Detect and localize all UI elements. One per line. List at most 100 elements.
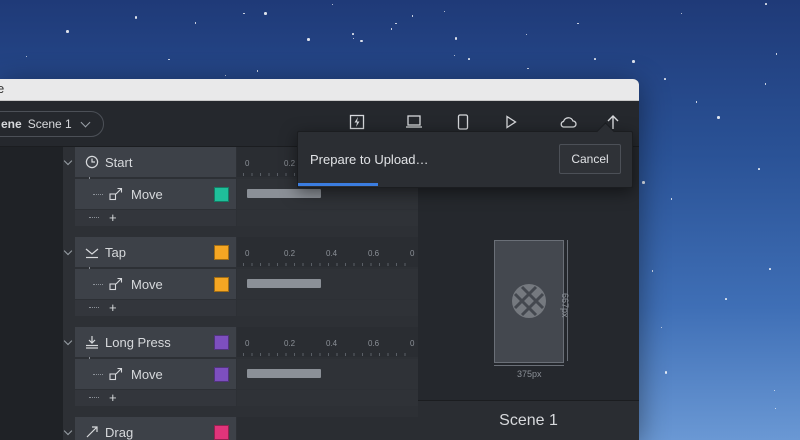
star <box>664 371 668 374</box>
ruler-tick: 0 <box>245 159 250 168</box>
ruler-tick: 0.4 <box>326 339 338 348</box>
star <box>66 30 69 33</box>
add-action-row[interactable]: + <box>75 300 236 316</box>
chevron-down-icon[interactable] <box>63 157 73 167</box>
chevron-down-icon[interactable] <box>63 337 73 347</box>
ruler-tick: 0.6 <box>368 339 380 348</box>
tree-connector <box>89 307 99 308</box>
add-action-button[interactable]: + <box>109 210 117 225</box>
device-frame[interactable] <box>494 240 564 363</box>
tree-connector <box>93 284 103 285</box>
timeline-track <box>237 269 418 299</box>
timeline-ruler: 0 0.2 0.4 0.6 0 <box>237 327 418 357</box>
trigger-label: Long Press <box>105 334 171 350</box>
width-dimension-line <box>494 365 564 366</box>
play-icon[interactable] <box>501 112 521 132</box>
star <box>660 326 663 329</box>
star <box>725 298 727 300</box>
color-swatch <box>213 186 229 202</box>
ruler-tickmarks <box>243 263 413 266</box>
star <box>468 58 470 60</box>
ruler-tick: 0.2 <box>284 339 296 348</box>
add-action-button[interactable]: + <box>109 300 117 315</box>
cloud-icon[interactable] <box>558 112 578 132</box>
add-action-row[interactable]: + <box>75 210 236 226</box>
timeline-track-empty <box>237 210 418 226</box>
add-action-row[interactable]: + <box>75 390 236 406</box>
tree-connector <box>89 397 99 398</box>
star <box>775 53 778 55</box>
phone-icon[interactable] <box>453 112 473 132</box>
color-swatch-cell[interactable] <box>206 359 236 389</box>
move-arrow-icon <box>109 277 123 291</box>
trigger-row-drag[interactable]: Drag <box>75 417 206 440</box>
drag-icon <box>85 425 99 439</box>
trigger-row-tap[interactable]: Tap <box>75 237 206 267</box>
add-action-button[interactable]: + <box>109 390 117 405</box>
chevron-down-icon[interactable] <box>63 247 73 257</box>
star <box>765 3 767 5</box>
star <box>134 16 138 19</box>
laptop-icon[interactable] <box>404 112 424 132</box>
trigger-row-start[interactable]: Start <box>75 147 236 177</box>
star <box>695 101 698 103</box>
cancel-button[interactable]: Cancel <box>559 144 621 174</box>
star <box>664 78 666 80</box>
star <box>264 12 267 15</box>
animation-bar[interactable] <box>247 279 321 288</box>
flash-icon[interactable] <box>347 112 367 132</box>
star <box>25 55 28 58</box>
scene-name[interactable]: Scene 1 <box>418 400 639 440</box>
trigger-label: Tap <box>105 244 126 260</box>
action-row-move[interactable]: Move <box>75 179 206 209</box>
ruler-tick: 0.4 <box>326 249 338 258</box>
star <box>758 168 760 170</box>
color-swatch-cell[interactable] <box>206 327 236 357</box>
star <box>525 33 528 36</box>
star <box>243 12 245 15</box>
move-arrow-icon <box>109 187 123 201</box>
star <box>454 37 458 40</box>
color-swatch <box>213 366 229 382</box>
color-swatch-cell[interactable] <box>206 417 236 440</box>
star <box>774 407 777 410</box>
animation-bar[interactable] <box>247 369 321 378</box>
star <box>453 54 456 56</box>
upload-status-message: Prepare to Upload… <box>310 152 429 167</box>
layers-panel <box>0 147 63 440</box>
trigger-row-long-press[interactable]: Long Press <box>75 327 206 357</box>
star <box>256 70 259 72</box>
timeline-track-empty <box>237 390 418 406</box>
color-swatch-cell[interactable] <box>206 237 236 267</box>
ruler-tickmarks <box>243 353 413 356</box>
star <box>390 28 393 30</box>
tree-connector <box>89 217 99 218</box>
color-swatch-cell[interactable] <box>206 269 236 299</box>
ruler-tick: 0 <box>245 249 250 258</box>
star <box>527 67 529 70</box>
star <box>395 22 397 25</box>
action-label: Move <box>131 186 163 202</box>
ruler-tick: 0 <box>410 339 415 348</box>
long-press-icon <box>85 335 99 349</box>
title-bar: e <box>0 79 639 101</box>
trigger-label: Drag <box>105 424 134 440</box>
window-title: e <box>0 81 5 96</box>
star <box>443 10 446 13</box>
scene-selector[interactable]: ene Scene 1 <box>0 111 104 137</box>
star <box>411 15 414 17</box>
star <box>168 58 170 61</box>
chevron-down-icon[interactable] <box>63 427 73 437</box>
tree-connector <box>93 194 103 195</box>
star <box>331 3 334 6</box>
star <box>642 181 645 184</box>
action-row-move[interactable]: Move <box>75 269 206 299</box>
star <box>670 198 673 200</box>
action-label: Move <box>131 276 163 292</box>
ruler-tick: 0.2 <box>284 159 296 168</box>
animation-bar[interactable] <box>247 189 321 198</box>
action-row-move[interactable]: Move <box>75 359 206 389</box>
color-swatch-cell[interactable] <box>206 179 236 209</box>
star <box>352 33 354 35</box>
star <box>194 22 197 24</box>
